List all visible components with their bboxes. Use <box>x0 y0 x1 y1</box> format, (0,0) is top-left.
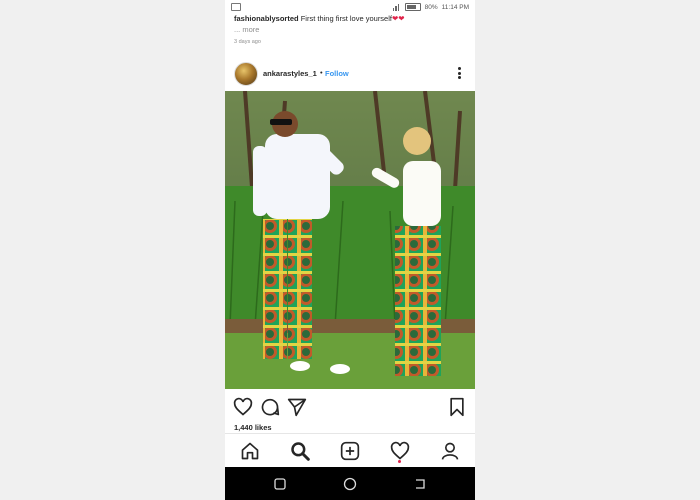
back-icon[interactable] <box>412 476 428 492</box>
caption-username[interactable]: fashionablysorted <box>234 14 299 23</box>
caption-text: First thing first love yourself <box>300 14 392 23</box>
more-options-icon[interactable] <box>458 67 461 79</box>
home-circle-icon[interactable] <box>342 476 358 492</box>
post-header: ankarastyles_1 • Follow <box>225 60 475 88</box>
cast-icon <box>231 3 241 11</box>
search-icon[interactable] <box>290 441 310 461</box>
share-icon[interactable] <box>287 397 307 417</box>
system-navigation-bar <box>225 467 475 500</box>
clock: 11:14 PM <box>441 3 469 11</box>
post-timestamp: 3 days ago <box>234 39 261 45</box>
battery-icon <box>404 3 421 11</box>
follow-button[interactable]: Follow <box>325 69 349 78</box>
post-username[interactable]: ankarastyles_1 <box>263 69 317 78</box>
photo-illustration <box>225 91 475 389</box>
recent-apps-icon[interactable] <box>272 476 288 492</box>
avatar[interactable] <box>234 62 258 86</box>
bottom-tab-bar <box>225 433 475 468</box>
bookmark-icon[interactable] <box>447 397 467 417</box>
home-icon[interactable] <box>240 441 260 461</box>
caption-hearts: ❤❤ <box>391 14 405 23</box>
more-link[interactable]: ... more <box>234 25 259 34</box>
heart-icon[interactable] <box>233 397 253 417</box>
activity-heart-icon[interactable] <box>390 441 410 461</box>
add-post-icon[interactable] <box>340 441 360 461</box>
likes-count[interactable]: 1,440 likes <box>234 423 272 432</box>
separator-dot: • <box>320 68 323 77</box>
profile-icon[interactable] <box>440 441 460 461</box>
previous-post-caption: fashionablysorted First thing first love… <box>234 14 469 24</box>
post-actions <box>225 396 475 418</box>
post-photo[interactable] <box>225 91 475 389</box>
status-bar: 80% 11:14 PM <box>225 0 475 14</box>
instagram-feed-screen: 80% 11:14 PM fashionablysorted First thi… <box>225 0 475 500</box>
comment-icon[interactable] <box>260 397 280 417</box>
signal-icon <box>392 3 401 11</box>
battery-percent: 80% <box>424 3 438 11</box>
activity-notification-dot <box>398 460 401 463</box>
